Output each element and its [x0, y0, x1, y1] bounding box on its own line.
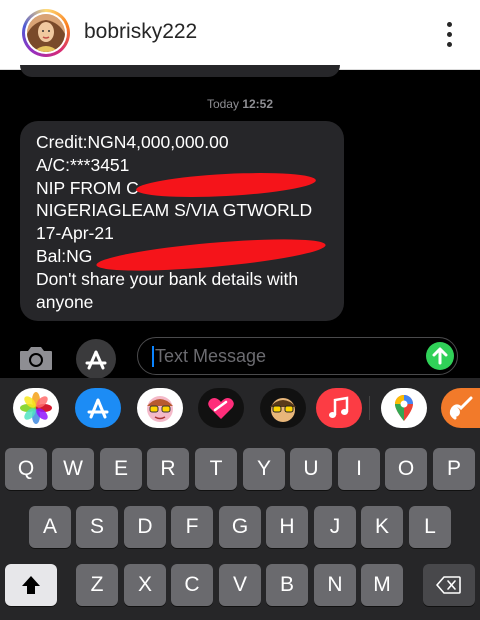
- key-j[interactable]: J: [314, 506, 356, 548]
- garageband-app-icon[interactable]: [441, 388, 480, 428]
- message-line: NIGERIAGLEAM S/VIA GTWORLD: [36, 200, 313, 221]
- message-line: Credit:NGN4,000,000.00: [36, 132, 229, 152]
- digital-touch-app-icon[interactable]: [198, 388, 244, 428]
- key-f[interactable]: F: [171, 506, 213, 548]
- music-app-icon[interactable]: [316, 388, 362, 428]
- more-options-icon[interactable]: [438, 16, 462, 52]
- app-store-app-icon[interactable]: [75, 388, 121, 428]
- previous-message-bubble: [20, 65, 340, 77]
- key-z[interactable]: Z: [76, 564, 118, 606]
- backspace-icon[interactable]: [423, 564, 475, 606]
- username[interactable]: bobrisky222: [84, 20, 197, 44]
- key-e[interactable]: E: [100, 448, 142, 490]
- instagram-post-header: bobrisky222: [0, 0, 480, 70]
- avatar[interactable]: [22, 9, 70, 57]
- key-p[interactable]: P: [433, 448, 475, 490]
- key-r[interactable]: R: [147, 448, 189, 490]
- message-text-field[interactable]: Text Message: [137, 337, 458, 375]
- onscreen-keyboard: Q W E R T Y U I O P A S D F G H J K L Z …: [0, 438, 480, 620]
- message-placeholder: Text Message: [155, 346, 267, 366]
- key-y[interactable]: Y: [243, 448, 285, 490]
- text-cursor: [152, 346, 154, 367]
- key-m[interactable]: M: [361, 564, 403, 606]
- profile-avatar-image: [27, 14, 65, 52]
- send-arrow-icon[interactable]: [426, 342, 454, 370]
- key-l[interactable]: L: [409, 506, 451, 548]
- message-line: anyone: [36, 291, 94, 312]
- shift-icon[interactable]: [5, 564, 57, 606]
- key-d[interactable]: D: [124, 506, 166, 548]
- key-q[interactable]: Q: [5, 448, 47, 490]
- key-b[interactable]: B: [266, 564, 308, 606]
- key-v[interactable]: V: [219, 564, 261, 606]
- key-k[interactable]: K: [361, 506, 403, 548]
- key-x[interactable]: X: [124, 564, 166, 606]
- key-h[interactable]: H: [266, 506, 308, 548]
- app-store-icon[interactable]: [76, 339, 116, 379]
- key-t[interactable]: T: [195, 448, 237, 490]
- sms-message-bubble[interactable]: Credit:NGN4,000,000.00 A/C:***3451 NIP F…: [20, 121, 344, 321]
- key-c[interactable]: C: [171, 564, 213, 606]
- message-input-bar: Text Message: [0, 331, 480, 379]
- key-w[interactable]: W: [52, 448, 94, 490]
- message-timestamp: Today 12:52: [206, 97, 274, 111]
- imessage-app-drawer: [0, 378, 480, 438]
- memoji-stickers-app-icon[interactable]: [137, 388, 183, 428]
- key-o[interactable]: O: [385, 448, 427, 490]
- message-line: Don't share your bank details with: [36, 268, 299, 289]
- key-n[interactable]: N: [314, 564, 356, 606]
- key-g[interactable]: G: [219, 506, 261, 548]
- drawer-divider: [369, 396, 370, 420]
- key-a[interactable]: A: [29, 506, 71, 548]
- key-u[interactable]: U: [290, 448, 332, 490]
- key-s[interactable]: S: [76, 506, 118, 548]
- message-thread: Today 12:52 Credit:NGN4,000,000.00 A/C:*…: [0, 65, 480, 331]
- memoji-app-icon[interactable]: [260, 388, 306, 428]
- key-i[interactable]: I: [338, 448, 380, 490]
- camera-icon[interactable]: [18, 343, 54, 373]
- photos-app-icon[interactable]: [13, 388, 59, 428]
- google-maps-app-icon[interactable]: [381, 388, 427, 428]
